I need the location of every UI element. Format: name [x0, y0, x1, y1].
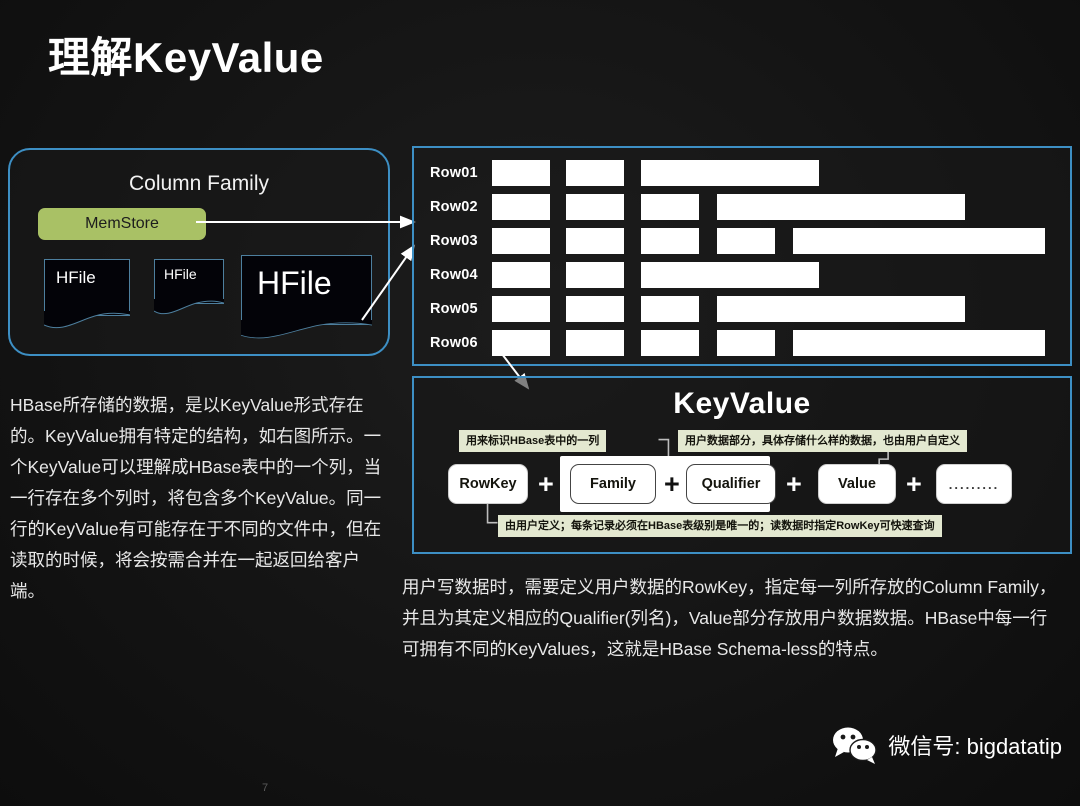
table-row: Row06 [414, 330, 1070, 356]
column-family-title: Column Family [128, 172, 270, 195]
table-cell [641, 296, 699, 322]
table-cell [793, 228, 1045, 254]
table-cell [492, 330, 550, 356]
page-number: 7 [262, 782, 269, 794]
kv-box-label: Value [838, 476, 876, 492]
note-rowkey: 由用户定义；每条记录必须在HBase表级别是唯一的；读数据时指定RowKey可快… [498, 515, 942, 537]
plus-sign-1: + [538, 469, 554, 499]
row-label: Row01 [430, 165, 478, 181]
keyvalue-chain: RowKey + Family + Qualifier + Value + ..… [414, 456, 1070, 512]
keyvalue-panel: KeyValue 用来标识HBase表中的一列 用户数据部分，具体存储什么样的数… [412, 376, 1072, 554]
kv-box-label: RowKey [459, 476, 517, 492]
hfile-block-3: HFile [241, 255, 372, 339]
table-row: Row03 [414, 228, 1070, 254]
plus-sign-2: + [664, 469, 680, 499]
hfile-wave-icon [154, 299, 224, 315]
table-cell [492, 262, 550, 288]
table-cell [717, 296, 965, 322]
kv-box-qualifier: Qualifier [686, 464, 776, 504]
table-cell [566, 330, 624, 356]
hfile-wave-icon [44, 311, 130, 329]
plus-sign-3: + [786, 469, 802, 499]
page-title: 理解KeyValue [48, 34, 324, 81]
row-label: Row02 [430, 199, 478, 215]
slide-root: 理解KeyValue Column Family MemStore HFile … [0, 0, 1080, 806]
table-cell [566, 160, 624, 186]
row-label: Row04 [430, 267, 478, 283]
table-cell [492, 296, 550, 322]
table-cell [492, 160, 550, 186]
column-family-panel: Column Family MemStore HFile HFile HFile [8, 148, 390, 356]
hbase-table-panel: Row01 Row02 Row03 Row04 Row05 Row06 [412, 146, 1072, 366]
table-cell [492, 228, 550, 254]
kv-box-rowkey: RowKey [448, 464, 528, 504]
table-cell [492, 194, 550, 220]
row-label: Row05 [430, 301, 478, 317]
hfile-block-2: HFile [154, 259, 224, 315]
table-cell [641, 194, 699, 220]
kv-box-label: Qualifier [701, 476, 761, 492]
note-family: 用来标识HBase表中的一列 [459, 430, 607, 452]
table-cell [566, 296, 624, 322]
left-paragraph: HBase所存储的数据，是以KeyValue形式存在的。KeyValue拥有特定… [10, 395, 382, 601]
table-cell [641, 228, 699, 254]
wechat-icon [833, 727, 878, 764]
table-cell [793, 330, 1045, 356]
memstore-label: MemStore [85, 215, 159, 232]
hfile-wave-icon [241, 320, 372, 339]
table-cell [566, 194, 624, 220]
row-label: Row06 [430, 335, 478, 351]
hfile-label: HFile [164, 266, 197, 282]
table-cell [717, 194, 965, 220]
table-cell [717, 330, 775, 356]
note-value: 用户数据部分，具体存储什么样的数据，也由用户自定义 [678, 430, 967, 452]
footer: 微信号: bigdatatip [832, 726, 1062, 764]
right-paragraph: 用户写数据时，需要定义用户数据的RowKey，指定每一列所存放的Column F… [402, 577, 1057, 659]
kv-box-ellipsis: ......... [936, 464, 1012, 504]
hfile-label: HFile [257, 265, 332, 301]
kv-box-label: Family [590, 476, 636, 492]
wechat-label: 微信号: bigdatatip [888, 734, 1062, 759]
table-cell [717, 228, 775, 254]
table-row: Row02 [414, 194, 1070, 220]
hfile-block-1: HFile [44, 259, 130, 329]
table-row: Row01 [414, 160, 1070, 186]
table-cell [566, 228, 624, 254]
keyvalue-title: KeyValue [673, 387, 811, 420]
plus-sign-4: + [906, 469, 922, 499]
table-cell [641, 160, 819, 186]
row-label: Row03 [430, 233, 478, 249]
kv-box-value: Value [818, 464, 896, 504]
table-row: Row05 [414, 296, 1070, 322]
kv-box-family: Family [570, 464, 656, 504]
kv-box-label: ......... [948, 476, 1000, 492]
table-cell [641, 262, 819, 288]
table-cell [641, 330, 699, 356]
table-row: Row04 [414, 262, 1070, 288]
memstore-block: MemStore [38, 208, 206, 240]
hfile-label: HFile [56, 268, 96, 287]
table-cell [566, 262, 624, 288]
